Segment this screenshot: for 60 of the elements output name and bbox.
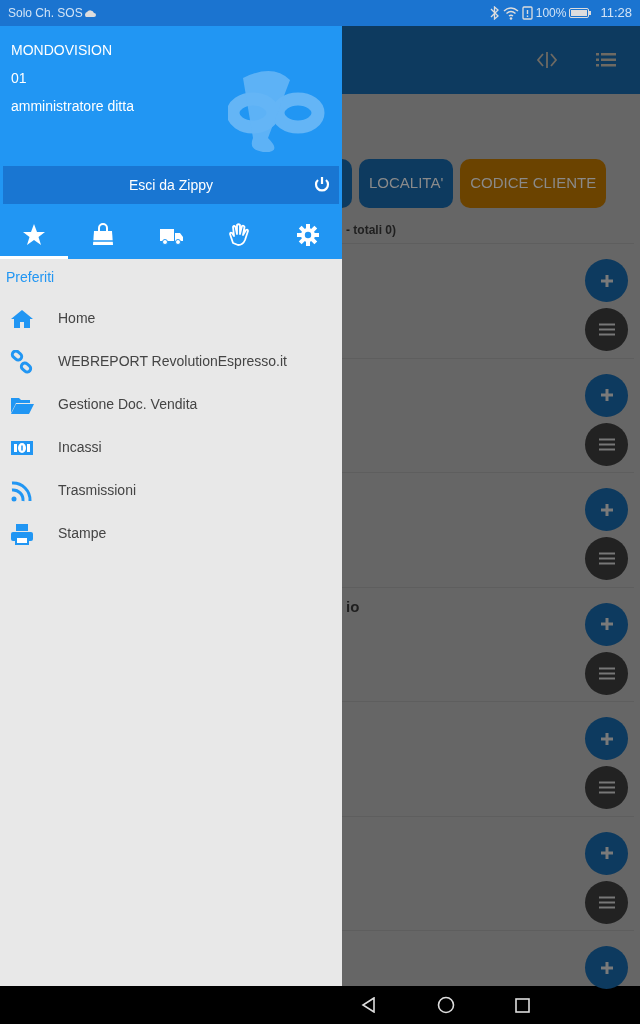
add-button[interactable] xyxy=(585,946,628,989)
menu-button[interactable] xyxy=(585,537,628,580)
summary-text: - totali 0) xyxy=(346,222,397,239)
menu-icon xyxy=(598,552,615,565)
menu-icon xyxy=(598,437,615,451)
menu-item[interactable]: Trasmissioni xyxy=(0,469,342,512)
section-title: Preferiti xyxy=(6,269,55,285)
hand-icon xyxy=(227,223,252,247)
plus-icon xyxy=(599,617,614,631)
add-button[interactable] xyxy=(585,373,628,417)
sim-card-icon xyxy=(521,6,533,20)
menu-button[interactable] xyxy=(585,766,628,809)
menu-button[interactable] xyxy=(585,422,628,466)
link-icon xyxy=(10,349,34,374)
rss-icon xyxy=(10,478,34,503)
plus-icon xyxy=(599,273,614,288)
menu-button[interactable] xyxy=(585,308,628,351)
add-button[interactable] xyxy=(585,717,628,760)
menu-item[interactable]: Stampe xyxy=(0,512,342,555)
list-icon[interactable] xyxy=(596,51,616,69)
company-code: 01 xyxy=(11,70,28,87)
menu-button[interactable] xyxy=(585,651,628,695)
plus-icon xyxy=(599,502,614,517)
power-icon xyxy=(313,176,331,194)
add-button[interactable] xyxy=(585,259,628,302)
plus-icon xyxy=(599,960,614,975)
cloud-icon xyxy=(82,7,96,19)
back-icon[interactable] xyxy=(361,997,377,1013)
settings-icon xyxy=(295,223,320,247)
menu-item[interactable]: Home xyxy=(0,297,342,340)
company-name: MONDOVISION xyxy=(11,42,114,59)
wifi-icon xyxy=(502,6,519,20)
home-icon[interactable] xyxy=(437,996,455,1014)
plus-icon xyxy=(599,731,614,746)
add-button[interactable] xyxy=(585,488,628,531)
plus-icon xyxy=(599,846,614,860)
recent-apps-icon[interactable] xyxy=(515,997,530,1013)
printer-icon xyxy=(10,521,34,546)
carrier-text: Solo Ch. SOS xyxy=(8,5,83,22)
plus-icon xyxy=(599,388,614,402)
split-view-icon[interactable] xyxy=(536,50,558,70)
menu-item[interactable]: WEBREPORT RevolutionEspresso.it xyxy=(0,340,342,383)
logout-button[interactable]: Esci da Zippy xyxy=(3,166,339,204)
menu-icon xyxy=(598,666,615,680)
bluetooth-icon xyxy=(488,6,500,20)
menu-button[interactable] xyxy=(585,880,628,924)
menu-icon xyxy=(598,895,615,909)
menu-item[interactable]: Gestione Doc. Vendita xyxy=(0,383,342,426)
shopping-bag-icon xyxy=(90,223,115,247)
user-role: amministratore ditta xyxy=(11,98,135,115)
battery-icon xyxy=(569,8,592,18)
row-title: io xyxy=(346,596,360,617)
clock-time: 11:28 xyxy=(600,4,632,23)
menu-icon xyxy=(598,781,615,794)
star-icon xyxy=(22,223,47,247)
battery-percentage: 100% xyxy=(535,5,567,22)
menu-icon xyxy=(598,323,615,336)
add-button[interactable] xyxy=(585,602,628,646)
add-button[interactable] xyxy=(585,831,628,875)
menu-item[interactable]: Incassi xyxy=(0,426,342,469)
